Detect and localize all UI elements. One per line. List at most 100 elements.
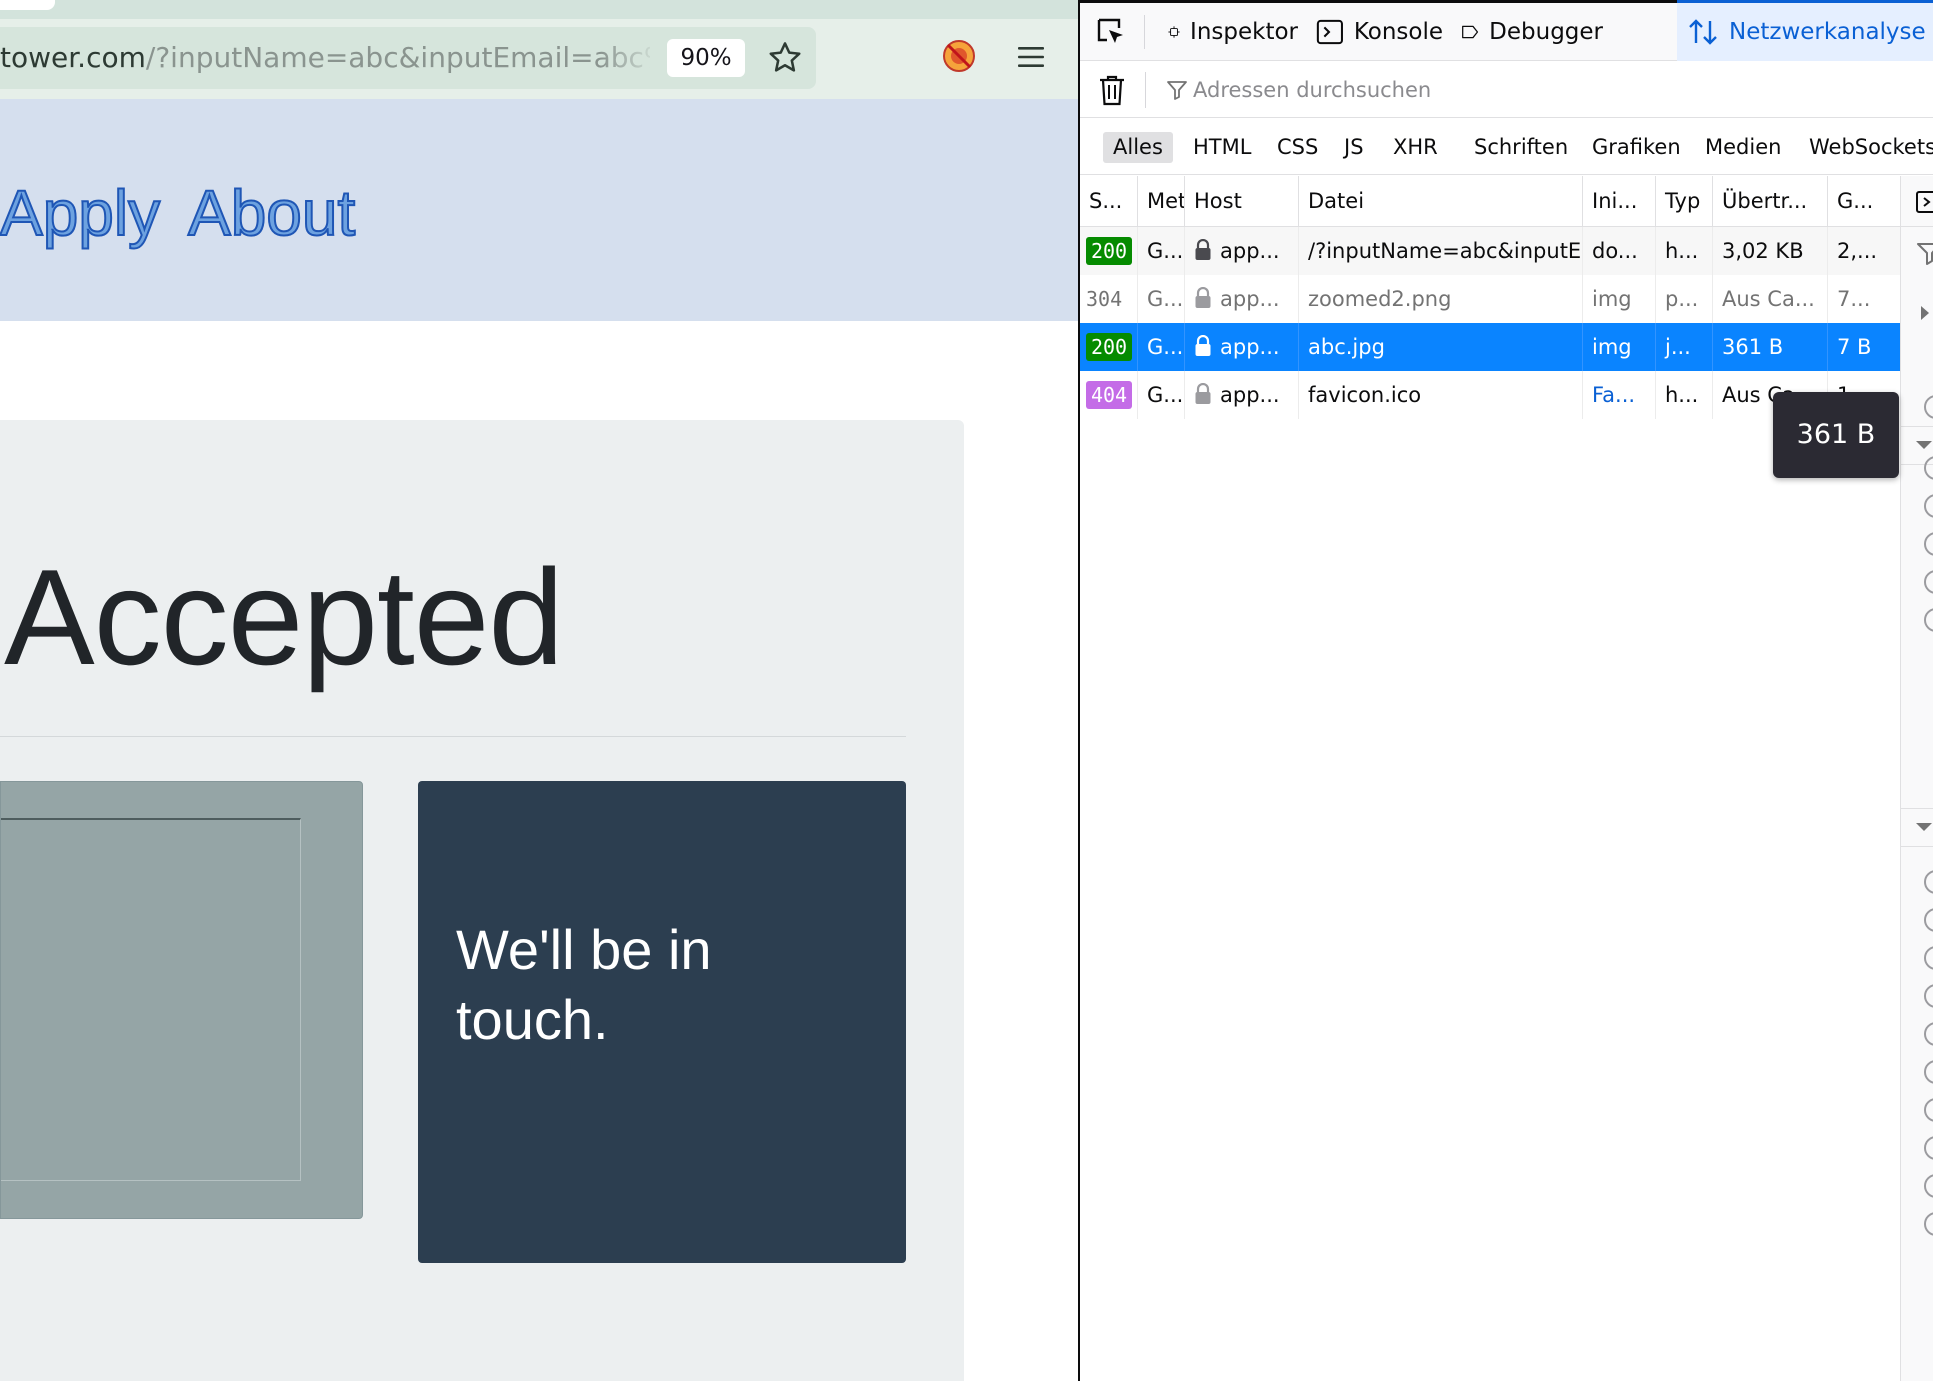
timer-icon xyxy=(1924,870,1933,894)
file-text: zoomed2.png xyxy=(1308,287,1452,311)
page-title: Accepted xyxy=(4,541,564,693)
cell-method: G... xyxy=(1138,323,1185,371)
tab-console[interactable]: Konsole xyxy=(1308,3,1443,61)
cell-file: abc.jpg xyxy=(1299,323,1583,371)
site-header: Apply About xyxy=(0,99,1078,321)
tab-inspector[interactable]: Inspektor xyxy=(1160,3,1298,61)
timer-icon xyxy=(1924,984,1933,1008)
status-badge: 200 xyxy=(1086,333,1132,361)
message-panel: We'll be in touch. xyxy=(418,781,906,1263)
cell-type: p... xyxy=(1656,275,1713,323)
request-table: S... Met Host Datei Ini... Typ Übertr...… xyxy=(1080,176,1900,1381)
column-file[interactable]: Datei xyxy=(1299,176,1583,227)
request-type-filters: Alles HTML CSS JS XHR Schriften Grafiken… xyxy=(1080,119,1933,175)
filter-all[interactable]: Alles xyxy=(1103,132,1173,163)
filter-css[interactable]: CSS xyxy=(1267,132,1328,163)
filter-images[interactable]: Grafiken xyxy=(1582,132,1691,163)
method-text: G... xyxy=(1147,335,1184,359)
cell-type: h... xyxy=(1656,371,1713,419)
confirmation-message: We'll be in touch. xyxy=(456,918,712,1051)
size-text: 2,... xyxy=(1837,239,1878,263)
cell-initiator: img xyxy=(1583,275,1656,323)
column-status[interactable]: S... xyxy=(1080,176,1138,227)
cell-size: 7... xyxy=(1828,275,1900,323)
transferred-text: 361 B xyxy=(1722,335,1784,359)
url-filter-input[interactable] xyxy=(1193,70,1753,110)
cell-host: app... xyxy=(1185,275,1299,323)
table-row[interactable]: 304 G... app... zoomed2.png img p... Aus Ca...… xyxy=(1080,275,1900,323)
column-host[interactable]: Host xyxy=(1185,176,1299,227)
cell-method: G... xyxy=(1138,371,1185,419)
file-text: favicon.ico xyxy=(1308,383,1422,407)
trash-icon[interactable] xyxy=(1096,73,1128,107)
timer-icon xyxy=(1924,1098,1933,1122)
url-fade xyxy=(600,37,660,79)
cell-file: zoomed2.png xyxy=(1299,275,1583,323)
table-row[interactable]: 200 G... app... /?inputName=abc&inputEm do..… xyxy=(1080,227,1900,275)
lock-icon xyxy=(1195,239,1211,260)
filter-html[interactable]: HTML xyxy=(1183,132,1261,163)
element-picker-icon[interactable] xyxy=(1094,15,1128,49)
transferred-text: 3,02 KB xyxy=(1722,239,1804,263)
tab-network[interactable]: Netzwerkanalyse xyxy=(1677,0,1933,61)
filter-websockets[interactable]: WebSockets xyxy=(1799,132,1933,163)
cell-initiator: Fa... xyxy=(1583,371,1656,419)
timer-icon xyxy=(1924,1060,1933,1084)
timer-icon xyxy=(1924,570,1933,594)
file-text: abc.jpg xyxy=(1308,335,1385,359)
side-panel-toggle-icon[interactable] xyxy=(1915,187,1933,217)
filter-media[interactable]: Medien xyxy=(1695,132,1791,163)
table-row[interactable]: 200 G... app... abc.jpg img j... 361 B 7 B xyxy=(1080,323,1900,371)
side-panel-header xyxy=(1901,176,1933,227)
console-icon xyxy=(1316,19,1343,45)
cell-host: app... xyxy=(1185,371,1299,419)
column-initiator[interactable]: Ini... xyxy=(1583,176,1656,227)
timer-icon xyxy=(1924,1212,1933,1236)
filter-separator xyxy=(1145,72,1146,108)
column-transferred[interactable]: Übertr... xyxy=(1713,176,1828,227)
extension-icon[interactable] xyxy=(941,38,977,74)
lock-icon xyxy=(1195,383,1211,404)
tab-inspector-label: Inspektor xyxy=(1190,19,1298,45)
cell-transferred: 3,02 KB xyxy=(1713,227,1828,275)
zoom-level-button[interactable]: 90% xyxy=(667,39,745,77)
bookmark-star-icon[interactable] xyxy=(766,39,804,77)
cell-initiator: do... xyxy=(1583,227,1656,275)
debugger-icon xyxy=(1462,25,1479,39)
initiator-text: img xyxy=(1592,287,1632,311)
size-text: 7... xyxy=(1837,287,1871,311)
column-size[interactable]: G... xyxy=(1828,176,1900,227)
initiator-text[interactable]: Fa... xyxy=(1592,383,1635,407)
cell-file: favicon.ico xyxy=(1299,371,1583,419)
column-method[interactable]: Met xyxy=(1138,176,1185,227)
hamburger-menu-icon[interactable] xyxy=(1014,40,1048,74)
filter-fonts[interactable]: Schriften xyxy=(1464,132,1578,163)
status-badge: 304 xyxy=(1086,287,1123,311)
initiator-text: img xyxy=(1592,335,1632,359)
expand-arrow-icon[interactable] xyxy=(1911,298,1933,328)
lock-icon xyxy=(1195,335,1211,356)
url-bar[interactable]: tower.com/?inputName=abc&inputEmail=abc%… xyxy=(0,27,816,89)
url-text[interactable]: tower.com/?inputName=abc&inputEmail=abc% xyxy=(0,41,650,75)
side-panel xyxy=(1900,176,1933,1381)
devtools-panel: Inspektor Konsole Debugger Netzwerkanaly… xyxy=(1078,0,1933,1381)
filter-xhr[interactable]: XHR xyxy=(1383,132,1448,163)
timer-icon xyxy=(1924,1174,1933,1198)
cell-transferred: Aus Ca... xyxy=(1713,275,1828,323)
column-type[interactable]: Typ xyxy=(1656,176,1713,227)
inspector-icon xyxy=(1168,26,1180,38)
filter-js[interactable]: JS xyxy=(1334,132,1374,163)
tab-network-label: Netzwerkanalyse xyxy=(1729,19,1926,45)
cell-type: j... xyxy=(1656,323,1713,371)
side-divider xyxy=(1901,426,1933,427)
nav-link-about[interactable]: About xyxy=(187,176,356,250)
active-tab-edge[interactable] xyxy=(0,0,55,10)
nav-link-apply[interactable]: Apply xyxy=(0,176,161,250)
tab-debugger[interactable]: Debugger xyxy=(1453,3,1603,61)
side-filter-icon[interactable] xyxy=(1915,239,1933,269)
collapse-arrow-icon[interactable] xyxy=(1909,812,1933,842)
side-divider xyxy=(1901,846,1933,847)
timer-icon xyxy=(1924,494,1933,518)
type-text: h... xyxy=(1665,239,1699,263)
type-text: j... xyxy=(1665,335,1691,359)
